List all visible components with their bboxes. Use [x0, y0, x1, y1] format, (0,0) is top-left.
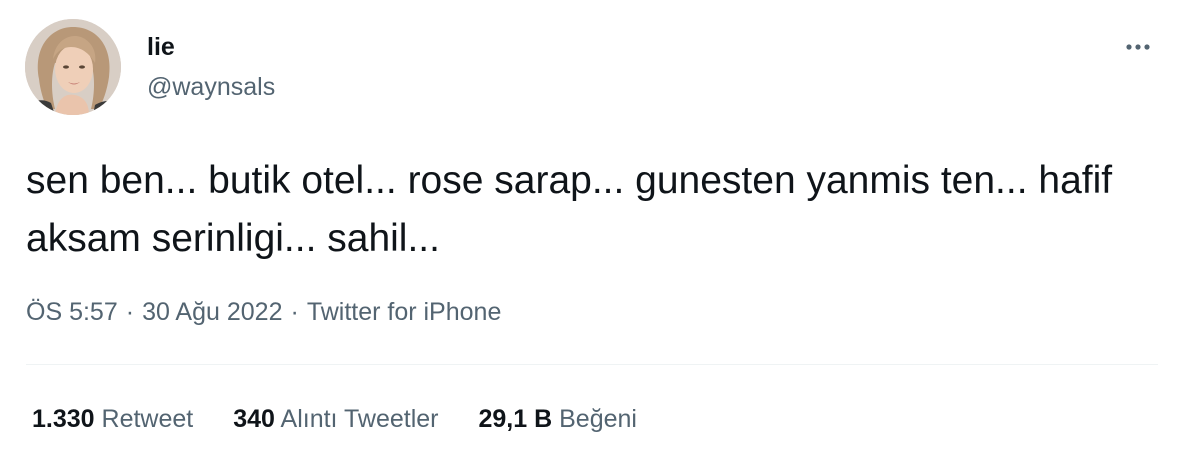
like-count: 29,1 B: [478, 405, 553, 433]
profile-photo-icon: [25, 19, 121, 115]
quote-label: Alıntı Tweetler: [280, 405, 439, 433]
quote-count: 340: [233, 405, 275, 433]
retweet-count: 1.330: [32, 405, 95, 433]
divider: [26, 364, 1158, 365]
like-stat[interactable]: 29,1 B Beğeni: [478, 403, 636, 435]
tweet-source[interactable]: Twitter for iPhone: [307, 298, 502, 326]
tweet-card: lie @waynsals sen ben... butik otel... r…: [0, 0, 1184, 462]
tweet-stats: 1.330 Retweet 340 Alıntı Tweetler 29,1 B…: [32, 403, 677, 435]
retweet-label: Retweet: [101, 405, 194, 433]
tweet-date[interactable]: 30 Ağu 2022: [142, 298, 282, 326]
display-name[interactable]: lie: [147, 31, 175, 63]
tweet-time[interactable]: ÖS 5:57: [26, 298, 118, 326]
tweet-text: sen ben... butik otel... rose sarap... g…: [26, 159, 1123, 260]
avatar[interactable]: [25, 19, 121, 115]
like-label: Beğeni: [559, 405, 637, 433]
retweet-stat[interactable]: 1.330 Retweet: [32, 403, 193, 435]
user-handle[interactable]: @waynsals: [147, 71, 275, 103]
tweet-metadata: ÖS 5:57 · 30 Ağu 2022 · Twitter for iPhone: [26, 296, 501, 328]
more-horizontal-icon[interactable]: [1120, 38, 1156, 58]
meta-separator: ·: [290, 298, 299, 326]
quote-stat[interactable]: 340 Alıntı Tweetler: [233, 403, 438, 435]
meta-separator: ·: [125, 298, 135, 326]
